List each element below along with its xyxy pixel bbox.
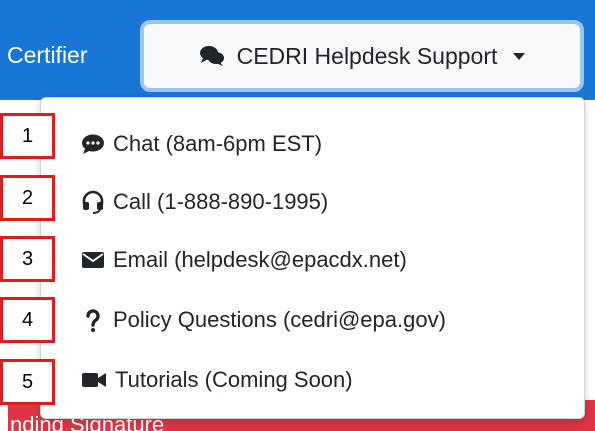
helpdesk-support-dropdown-button[interactable]: CEDRI Helpdesk Support bbox=[140, 20, 584, 92]
menu-item-label: Tutorials (Coming Soon) bbox=[115, 367, 353, 392]
envelope-icon bbox=[82, 252, 104, 268]
annotation-number: 1 bbox=[0, 113, 55, 159]
menu-item-call[interactable]: Call (1-888-890-1995) bbox=[81, 182, 328, 222]
annotation-number: 4 bbox=[0, 297, 55, 343]
chat-icon bbox=[82, 134, 104, 154]
annotation-number: 3 bbox=[0, 236, 55, 282]
menu-item-policy-questions[interactable]: Policy Questions (cedri@epa.gov) bbox=[81, 300, 446, 340]
menu-item-chat[interactable]: Chat (8am-6pm EST) bbox=[81, 124, 322, 164]
headset-icon bbox=[82, 190, 104, 214]
menu-item-label: Policy Questions (cedri@epa.gov) bbox=[113, 307, 446, 332]
caret-down-icon bbox=[513, 52, 526, 60]
comments-icon bbox=[199, 46, 224, 66]
menu-item-tutorials[interactable]: Tutorials (Coming Soon) bbox=[81, 360, 353, 400]
menu-item-email[interactable]: Email (helpdesk@epacdx.net) bbox=[81, 240, 407, 280]
annotation-number: 5 bbox=[0, 359, 55, 405]
menu-item-label: Chat (8am-6pm EST) bbox=[113, 131, 323, 156]
menu-item-label: Call (1-888-890-1995) bbox=[113, 189, 329, 214]
menu-item-label: Email (helpdesk@epacdx.net) bbox=[113, 247, 407, 272]
helpdesk-button-label: CEDRI Helpdesk Support bbox=[236, 42, 498, 69]
annotation-number: 2 bbox=[0, 175, 55, 221]
certifier-nav-link[interactable]: Certifier bbox=[7, 44, 88, 67]
helpdesk-dropdown-menu: Chat (8am-6pm EST) Call (1-888-890-1995)… bbox=[40, 97, 585, 419]
video-icon bbox=[82, 373, 106, 387]
question-icon bbox=[86, 309, 100, 332]
